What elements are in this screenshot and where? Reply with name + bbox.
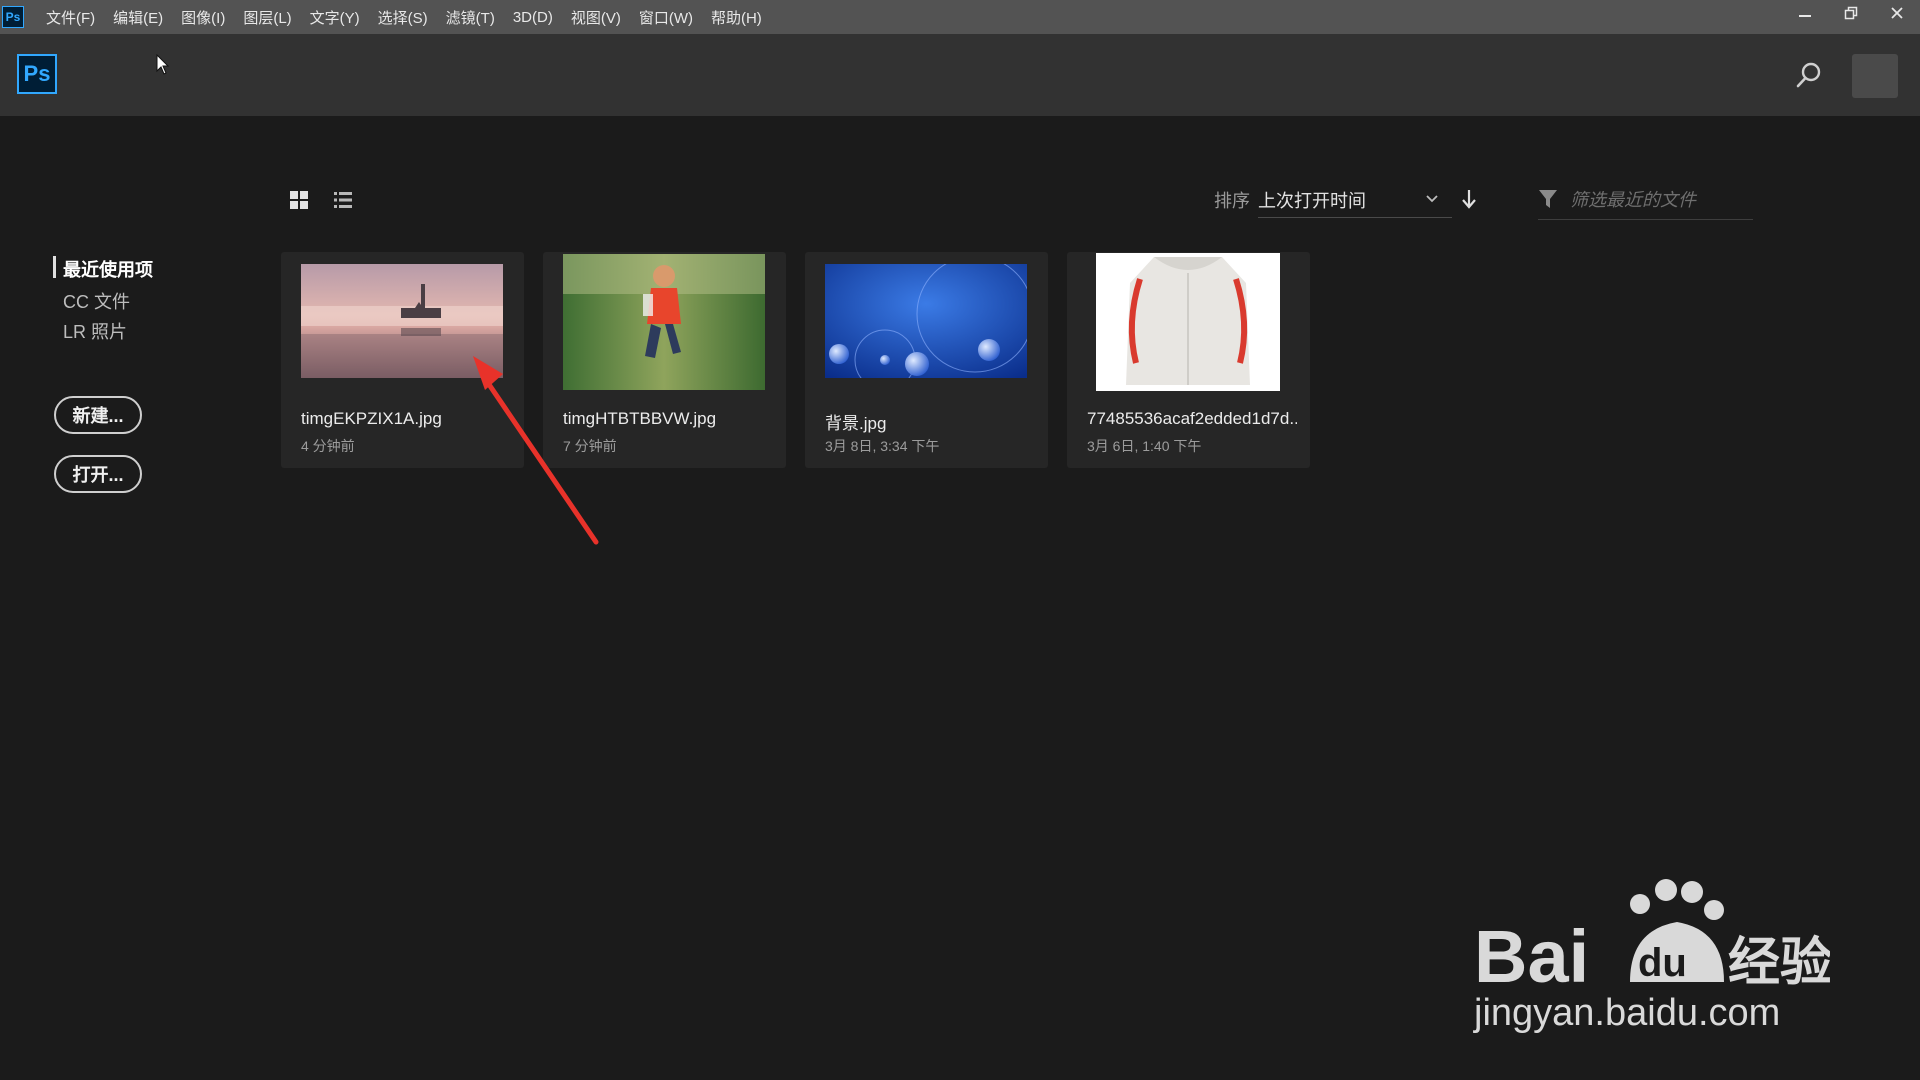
sidebar-item-recent[interactable]: 最近使用项 <box>63 256 153 282</box>
file-thumbnail <box>563 254 765 390</box>
menu-select[interactable]: 选择(S) <box>378 7 428 28</box>
new-button[interactable]: 新建... <box>54 396 142 434</box>
svg-text:经验: 经验 <box>1728 933 1830 990</box>
baidu-jingyan-watermark: Bai du 经验 jingyan.baidu.com <box>1470 870 1832 1050</box>
menu-3d[interactable]: 3D(D) <box>513 9 553 26</box>
file-time: 3月 6日, 1:40 下午 <box>1087 438 1202 454</box>
menu-filter[interactable]: 滤镜(T) <box>446 7 495 28</box>
file-card[interactable]: 77485536acaf2edded1d7d... 3月 6日, 1:40 下午 <box>1067 252 1310 468</box>
file-card[interactable]: 背景.jpg 3月 8日, 3:34 下午 <box>805 252 1048 468</box>
file-name: 77485536acaf2edded1d7d... <box>1087 409 1297 428</box>
sort-value: 上次打开时间 <box>1258 191 1366 211</box>
active-indicator <box>53 256 56 278</box>
svg-text:du: du <box>1638 941 1687 985</box>
file-card[interactable]: timgHTBTBBVW.jpg 7 分钟前 <box>543 252 786 468</box>
baidu-logo-icon: Bai du 经验 <box>1474 879 1832 998</box>
menu-file[interactable]: 文件(F) <box>46 7 95 28</box>
mouse-cursor-icon <box>156 54 170 75</box>
ps-logo[interactable]: Ps <box>17 54 57 94</box>
filter-input[interactable] <box>1568 184 1752 216</box>
file-name: timgHTBTBBVW.jpg <box>563 409 717 428</box>
file-card[interactable]: timgEKPZIX1A.jpg 4 分钟前 <box>281 252 524 468</box>
file-time: 4 分钟前 <box>301 438 355 454</box>
svg-text:Bai: Bai <box>1474 915 1589 990</box>
menu-image[interactable]: 图像(I) <box>181 7 225 28</box>
menu-window[interactable]: 窗口(W) <box>639 7 693 28</box>
file-name: timgEKPZIX1A.jpg <box>301 409 442 428</box>
file-time: 3月 8日, 3:34 下午 <box>825 438 940 454</box>
file-thumbnail <box>825 264 1027 378</box>
menu-view[interactable]: 视图(V) <box>571 7 621 28</box>
menu-help[interactable]: 帮助(H) <box>711 7 762 28</box>
grid-view-icon[interactable] <box>288 189 310 211</box>
minimize-icon[interactable] <box>1782 0 1828 26</box>
sidebar-item-lr-photos[interactable]: LR 照片 <box>63 318 127 344</box>
close-icon[interactable] <box>1874 0 1920 26</box>
chevron-down-icon <box>1426 195 1438 203</box>
file-thumbnail <box>301 264 503 378</box>
open-button[interactable]: 打开... <box>54 455 142 493</box>
list-view-icon[interactable] <box>332 189 354 211</box>
file-time: 7 分钟前 <box>563 438 617 454</box>
funnel-icon <box>1539 190 1557 208</box>
file-thumbnail <box>1096 253 1280 391</box>
sidebar-item-cc-files[interactable]: CC 文件 <box>63 288 130 314</box>
menu-bar: Ps 文件(F) 编辑(E) 图像(I) 图层(L) 文字(Y) 选择(S) 滤… <box>0 0 1920 34</box>
file-name: 背景.jpg <box>825 414 887 433</box>
sort-label: 排序 <box>1214 191 1250 211</box>
filter-box <box>1538 180 1753 220</box>
arrow-down-icon[interactable] <box>1460 188 1478 210</box>
avatar[interactable] <box>1852 54 1898 98</box>
sort-dropdown[interactable]: 上次打开时间 <box>1258 180 1452 218</box>
menu-layer[interactable]: 图层(L) <box>243 7 291 28</box>
search-icon[interactable] <box>1794 60 1824 90</box>
menu-edit[interactable]: 编辑(E) <box>113 7 163 28</box>
header-bar: Ps <box>0 34 1920 116</box>
watermark-url: jingyan.baidu.com <box>1474 992 1781 1034</box>
restore-icon[interactable] <box>1828 0 1874 26</box>
photoshop-app-icon[interactable]: Ps <box>2 6 24 28</box>
window-controls <box>1782 0 1920 26</box>
menu-type[interactable]: 文字(Y) <box>310 7 360 28</box>
